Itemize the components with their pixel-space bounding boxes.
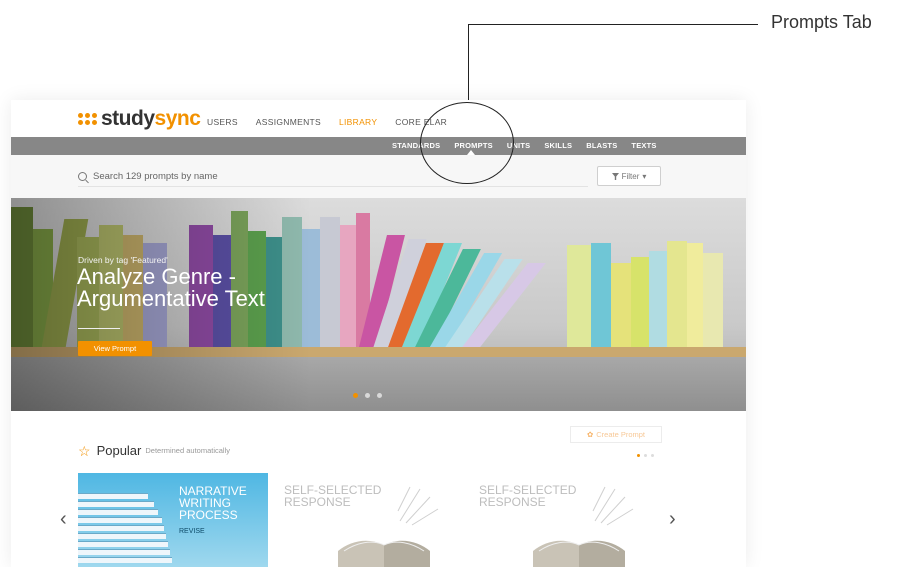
tab-texts[interactable]: TEXTS <box>631 141 656 150</box>
logo-text-study: study <box>101 107 155 130</box>
book-image <box>567 245 591 347</box>
callout-line <box>468 24 469 104</box>
prompts-tab-callout-label: Prompts Tab <box>771 12 872 32</box>
prompt-card[interactable]: SELF-SELECTED RESPONSE <box>475 473 665 567</box>
card-title: SELF-SELECTED RESPONSE <box>284 483 382 509</box>
top-navbar: studysync USERS ASSIGNMENTS LIBRARY CORE… <box>11 100 746 137</box>
flying-pages-image <box>592 486 634 526</box>
carousel-next-arrow-icon[interactable]: › <box>669 508 676 531</box>
filter-button[interactable]: Filter ▾ <box>597 166 661 186</box>
main-nav: USERS ASSIGNMENTS LIBRARY CORE ELAR <box>207 117 447 127</box>
prompt-card[interactable]: SELF-SELECTED RESPONSE <box>280 473 470 567</box>
book-image <box>649 251 667 347</box>
book-image <box>631 257 649 347</box>
carousel-dot[interactable] <box>377 393 382 398</box>
search-icon <box>78 171 87 181</box>
paper-stack-image <box>78 501 154 507</box>
paper-stack-image <box>78 541 168 547</box>
paper-stack-image <box>78 517 162 523</box>
nav-item-library[interactable]: LIBRARY <box>339 117 377 127</box>
paper-stack-image <box>78 509 158 515</box>
popular-carousel-dots <box>637 454 654 457</box>
create-prompt-button[interactable]: ✿ Create Prompt <box>570 426 662 443</box>
card-subtitle: REVISE <box>179 528 205 535</box>
book-image <box>340 225 356 347</box>
logo-dots-icon <box>78 113 97 125</box>
gear-icon: ✿ <box>586 430 594 439</box>
featured-hero-banner: Driven by tag 'Featured' Analyze Genre -… <box>11 198 746 411</box>
callout-circle <box>420 102 514 184</box>
create-prompt-label: Create Prompt <box>596 430 646 439</box>
card-title: SELF-SELECTED RESPONSE <box>479 483 577 509</box>
paper-stack-image <box>78 549 170 555</box>
popular-subtitle: Determined automatically <box>145 446 230 455</box>
popular-section-header: ☆ Popular Determined automatically <box>78 443 230 458</box>
tab-skills[interactable]: SKILLS <box>544 141 572 150</box>
chevron-down-icon: ▾ <box>642 171 647 181</box>
card-title: NARRATIVE WRITING PROCESS <box>179 484 247 522</box>
library-subnav: STANDARDS PROMPTS UNITS SKILLS BLASTS TE… <box>11 137 746 155</box>
book-image <box>591 243 611 347</box>
carousel-prev-arrow-icon[interactable]: ‹ <box>60 508 67 531</box>
logo-wordmark: studysync <box>101 107 201 130</box>
nav-item-users[interactable]: USERS <box>207 117 238 127</box>
paper-stack-image <box>78 533 166 539</box>
logo-text-sync: sync <box>154 107 201 130</box>
paper-stack-image <box>78 493 148 499</box>
popular-title: Popular <box>96 443 142 458</box>
hero-divider <box>78 328 120 329</box>
prompt-card[interactable]: NARRATIVE WRITING PROCESS REVISE <box>78 473 268 567</box>
studysync-logo[interactable]: studysync <box>78 107 201 130</box>
book-image <box>687 243 703 347</box>
carousel-dot[interactable] <box>365 393 370 398</box>
paper-stack-image <box>78 525 164 531</box>
carousel-dot[interactable] <box>353 393 358 398</box>
search-input[interactable]: Search 129 prompts by name <box>78 166 588 187</box>
search-placeholder: Search 129 prompts by name <box>93 170 218 182</box>
open-book-image <box>338 540 430 567</box>
paper-stack-image <box>78 557 172 563</box>
nav-item-assignments[interactable]: ASSIGNMENTS <box>256 117 321 127</box>
search-bar-row: Search 129 prompts by name Filter ▾ <box>11 155 746 198</box>
carousel-dot[interactable] <box>637 454 640 457</box>
book-image <box>703 253 723 347</box>
book-image <box>667 241 687 347</box>
book-image <box>320 217 340 347</box>
book-image <box>611 263 631 347</box>
star-icon: ☆ <box>78 442 91 459</box>
flying-pages-image <box>397 486 439 526</box>
open-book-image <box>533 540 625 567</box>
filter-label: Filter <box>621 171 640 181</box>
carousel-dot[interactable] <box>651 454 654 457</box>
carousel-dot[interactable] <box>644 454 647 457</box>
hero-carousel-dots <box>353 393 382 398</box>
view-prompt-button[interactable]: View Prompt <box>78 341 152 356</box>
tab-blasts[interactable]: BLASTS <box>586 141 617 150</box>
hero-title[interactable]: Analyze Genre - Argumentative Text <box>77 266 317 310</box>
app-window: studysync USERS ASSIGNMENTS LIBRARY CORE… <box>11 100 746 567</box>
filter-icon <box>611 172 619 180</box>
callout-line <box>468 24 758 25</box>
